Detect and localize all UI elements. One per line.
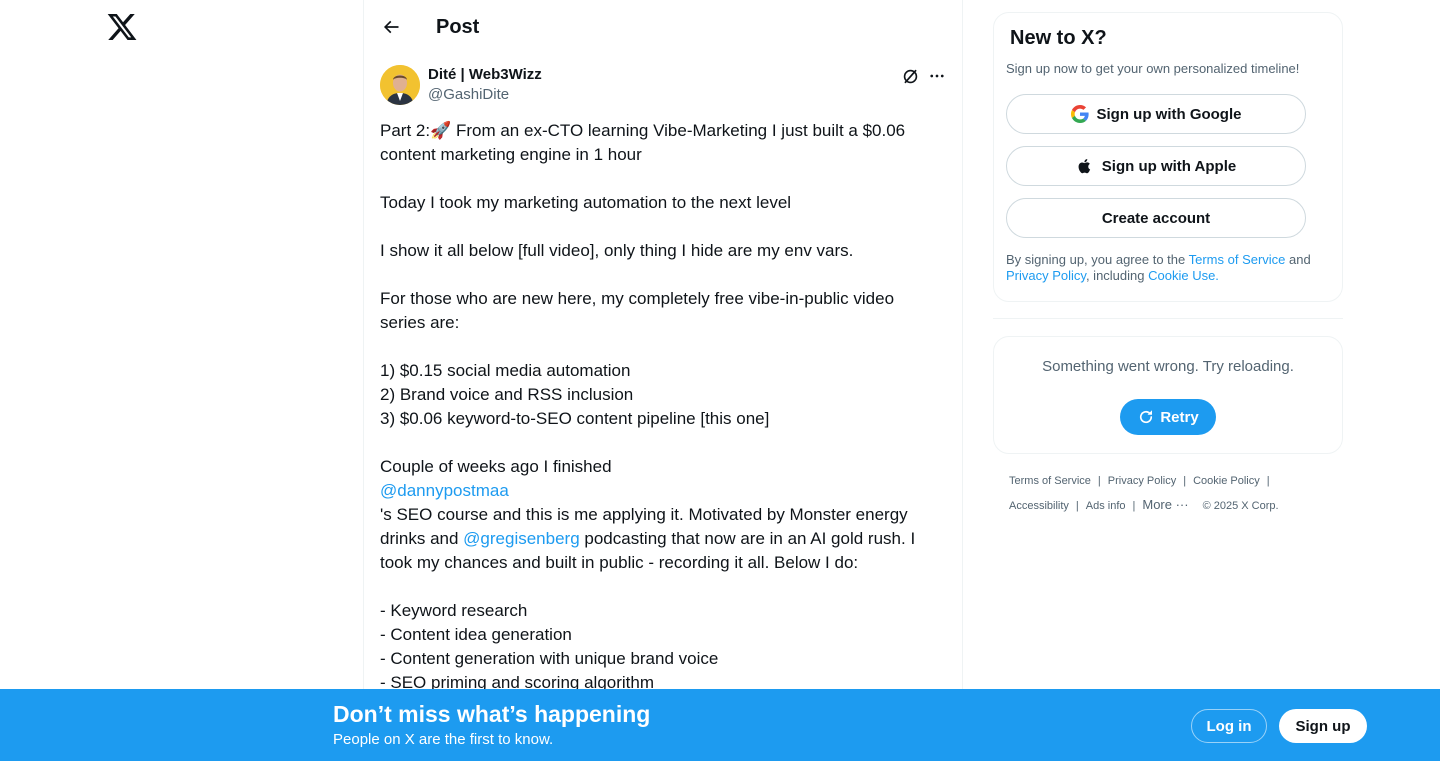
create-account-button[interactable]: Create account [1006,198,1306,238]
tweet-line: For those who are new here, my completel… [380,289,895,308]
login-button[interactable]: Log in [1191,709,1267,743]
privacy-policy-link[interactable]: Privacy Policy [1006,268,1086,283]
signup-apple-label: Sign up with Apple [1101,157,1237,175]
tweet-line: 's SEO course and this is me applying it… [380,505,908,524]
error-card: Something went wrong. Try reloading. Ret… [993,336,1343,454]
main-header: Post [364,0,962,53]
tweet-line [380,335,940,359]
banner-subtitle: People on X are the first to know. [333,731,554,748]
author-handle[interactable]: @GashiDite [428,85,509,105]
x-logo-icon[interactable] [106,11,140,45]
signup-apple-button[interactable]: Sign up with Apple [1006,146,1306,186]
back-button[interactable] [375,11,407,43]
tweet-line: Part 2:🚀 From an ex-CTO learning Vibe-Ma… [380,121,906,140]
tweet-line: series are: [380,313,460,332]
page-title: Post [436,16,480,38]
tweet-fragment: podcasting that now are in an AI gold ru… [579,529,916,548]
google-icon [1070,105,1089,123]
terms-of-service-link[interactable]: Terms of Service [1189,252,1286,267]
footer-terms-link[interactable]: Terms of Service [1009,475,1091,487]
terms-prefix: By signing up, you agree to the [1006,252,1189,267]
retry-button[interactable]: Retry [1120,399,1216,435]
grok-icon [903,69,917,83]
tweet-line [380,215,940,239]
avatar[interactable] [380,65,420,105]
tweet-line: - Content generation with unique brand v… [380,649,719,668]
tweet-line: content marketing engine in 1 hour [380,145,642,164]
sidebar-divider [993,318,1343,319]
tweet-line [380,263,940,287]
signup-terms: By signing up, you agree to the Terms of… [1006,252,1336,284]
tweet-line: Couple of weeks ago I finished [380,457,612,476]
retry-label: Retry [1160,408,1199,426]
left-nav [0,0,363,761]
footer-privacy-link[interactable]: Privacy Policy [1108,475,1176,487]
more-options-button[interactable] [925,64,949,88]
arrow-left-icon [383,20,399,34]
create-account-label: Create account [1101,209,1211,227]
main-column: Post Dité | Web3Wizz @GashiDite Part 2:🚀… [363,0,963,761]
signup-google-button[interactable]: Sign up with Google [1006,94,1306,134]
app-root: Post Dité | Web3Wizz @GashiDite Part 2:🚀… [0,0,1440,761]
signup-google-label: Sign up with Google [1096,105,1242,123]
terms-including: , including [1085,268,1149,283]
tweet-line: - Keyword research [380,601,528,620]
banner-title: Don’t miss what’s happening [333,701,651,727]
tweet-line [380,431,940,455]
new-to-x-subtitle: Sign up now to get your own personalized… [1006,61,1300,76]
tweet-text: Part 2:🚀 From an ex-CTO learning Vibe-Ma… [380,119,940,695]
cookie-use-link[interactable]: Cookie Use. [1148,268,1219,283]
tweet-line: 2) Brand voice and RSS inclusion [380,385,634,404]
tweet-line: 3) $0.06 keyword-to-SEO content pipeline… [380,409,770,428]
tweet-line [380,167,940,191]
apple-icon [1076,157,1094,175]
tweet-line: I show it all below [full video], only t… [380,241,854,260]
bottom-signup-banner: Don’t miss what’s happening People on X … [0,689,1440,761]
tweet-line: 1) $0.15 social media automation [380,361,631,380]
refresh-icon [1137,408,1155,426]
grok-button[interactable] [898,64,922,88]
terms-and: and [1285,252,1311,267]
new-to-x-card: New to X? Sign up now to get your own pe… [993,12,1343,302]
tweet-line-mixed: drinks and @gregisenberg podcasting that… [380,527,940,551]
error-message: Something went wrong. Try reloading. [1042,358,1294,375]
footer-cookie-link[interactable]: Cookie Policy [1193,475,1260,487]
new-to-x-title: New to X? [1010,27,1107,49]
footer-more-link[interactable]: More ··· [1142,497,1188,512]
footer-copyright: © 2025 X Corp. [1202,500,1279,512]
signup-button[interactable]: Sign up [1279,709,1367,743]
author-name[interactable]: Dité | Web3Wizz [428,65,542,85]
more-horizontal-icon [930,74,944,78]
tweet-line: Today I took my marketing automation to … [380,193,792,212]
footer-accessibility-link[interactable]: Accessibility [1009,500,1069,512]
footer-ads-info-link[interactable]: Ads info [1086,500,1126,512]
mention-link-dannypostmaa[interactable]: @dannypostmaa [380,479,940,503]
tweet-fragment: drinks and [380,529,464,548]
tweet-line: - Content idea generation [380,625,572,644]
tweet-line: took my chances and built in public - re… [380,553,859,572]
tweet-line [380,575,940,599]
mention-link-gregisenberg[interactable]: @gregisenberg [463,529,580,548]
